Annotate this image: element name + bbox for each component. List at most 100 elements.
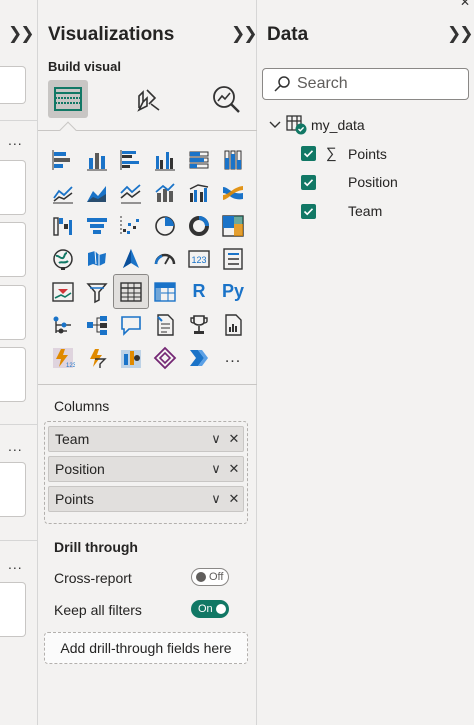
key-influencers-icon[interactable] xyxy=(46,308,80,341)
stacked-bar-chart-icon[interactable] xyxy=(46,143,80,176)
more-label: ... xyxy=(224,348,242,366)
close-icon[interactable]: ✕ xyxy=(225,431,243,447)
filter-card[interactable] xyxy=(0,160,26,215)
funnel-chart-icon[interactable] xyxy=(80,209,114,242)
field-item-points[interactable]: ∑ Points xyxy=(301,145,387,162)
clustered-column-chart-glyph xyxy=(155,151,175,170)
more-options-icon[interactable]: ... xyxy=(8,556,23,572)
line-and-stacked-column-chart-icon[interactable] xyxy=(148,176,182,209)
analytics-tab[interactable] xyxy=(206,80,246,118)
more-options-icon[interactable]: ... xyxy=(8,132,23,148)
keep-filters-toggle[interactable]: On xyxy=(191,600,229,618)
matrix-icon[interactable] xyxy=(148,275,182,308)
card-glyph: 123 xyxy=(188,249,210,268)
checkbox-checked[interactable] xyxy=(301,146,316,161)
checkmark-icon xyxy=(303,150,314,158)
donut-chart-glyph xyxy=(189,215,209,236)
table-node-my-data[interactable]: my_data xyxy=(267,114,365,136)
slicer-icon[interactable] xyxy=(80,275,114,308)
map-icon[interactable] xyxy=(46,242,80,275)
area-chart-icon[interactable] xyxy=(80,176,114,209)
metrics-glyph xyxy=(121,349,141,368)
clustered-column-chart-icon[interactable] xyxy=(148,143,182,176)
format-visual-tab[interactable] xyxy=(128,80,168,118)
checkbox-checked[interactable] xyxy=(301,174,316,190)
power-automate-glyph xyxy=(90,348,107,368)
python-visual-icon[interactable]: Py xyxy=(216,275,250,308)
kpi-glyph xyxy=(52,281,74,302)
100-stacked-bar-chart-icon[interactable] xyxy=(182,143,216,176)
waterfall-chart-glyph xyxy=(53,216,72,236)
ribbon-chart-icon[interactable] xyxy=(216,176,250,209)
scatter-chart-icon[interactable] xyxy=(114,209,148,242)
chevron-down-icon[interactable]: ∨ xyxy=(207,491,225,507)
line-chart-icon[interactable] xyxy=(46,176,80,209)
pie-chart-glyph xyxy=(155,215,175,236)
power-apps-icon[interactable]: 123 xyxy=(46,341,80,374)
gauge-glyph xyxy=(154,253,176,264)
close-icon[interactable]: ✕ xyxy=(460,0,470,9)
donut-chart-icon[interactable] xyxy=(182,209,216,242)
more-options-icon[interactable]: ... xyxy=(8,438,23,454)
power-apps-glyph: 123 xyxy=(53,347,75,369)
filter-card[interactable] xyxy=(0,462,26,517)
field-item-team[interactable]: Team xyxy=(301,203,382,219)
field-pill-position[interactable]: Position ∨ ✕ xyxy=(48,456,244,482)
build-visual-tab[interactable] xyxy=(48,80,88,118)
r-script-visual-icon[interactable]: R xyxy=(182,275,216,308)
clustered-bar-chart-icon[interactable] xyxy=(114,143,148,176)
search-input[interactable]: Search xyxy=(262,68,469,100)
smart-narrative-icon[interactable] xyxy=(148,308,182,341)
card-icon[interactable]: 123 xyxy=(182,242,216,275)
checkbox-checked[interactable] xyxy=(301,203,316,219)
filter-card[interactable] xyxy=(0,66,26,104)
svg-text:123: 123 xyxy=(191,255,206,265)
azure-map-icon[interactable] xyxy=(114,242,148,275)
paginated-report-icon[interactable] xyxy=(216,308,250,341)
table-icon[interactable] xyxy=(113,274,149,309)
add-drill-through-well[interactable]: Add drill-through fields here xyxy=(44,632,248,664)
multi-row-card-icon[interactable] xyxy=(216,242,250,275)
close-icon[interactable]: ✕ xyxy=(225,491,243,507)
cross-report-toggle[interactable]: Off xyxy=(191,568,229,586)
collapse-visualizations-icon[interactable]: ❯❯ xyxy=(231,24,257,44)
pie-chart-icon[interactable] xyxy=(148,209,182,242)
filter-card[interactable] xyxy=(0,285,26,340)
qna-icon[interactable] xyxy=(114,308,148,341)
power-bi-apps-icon[interactable] xyxy=(148,341,182,374)
filled-map-icon[interactable] xyxy=(80,242,114,275)
filter-card[interactable] xyxy=(0,582,26,637)
collapse-data-icon[interactable]: ❯❯ xyxy=(447,24,473,44)
columns-well[interactable]: Team ∨ ✕ Position ∨ ✕ Points ∨ ✕ xyxy=(44,421,248,524)
100-stacked-column-chart-icon[interactable] xyxy=(216,143,250,176)
stacked-area-chart-icon[interactable] xyxy=(114,176,148,209)
field-pill-points[interactable]: Points ∨ ✕ xyxy=(48,486,244,512)
more-visuals-icon[interactable]: ... xyxy=(216,341,250,374)
field-pill-team[interactable]: Team ∨ ✕ xyxy=(48,426,244,452)
svg-text:123: 123 xyxy=(66,363,75,369)
power-automate-icon[interactable] xyxy=(80,341,114,374)
chevron-down-icon[interactable]: ∨ xyxy=(207,461,225,477)
metrics-icon[interactable] xyxy=(114,341,148,374)
chevron-down-icon[interactable] xyxy=(267,117,283,133)
treemap-icon[interactable] xyxy=(216,209,250,242)
expand-filters-icon[interactable]: ❯❯ xyxy=(8,24,34,44)
line-and-clustered-column-chart-icon[interactable] xyxy=(182,176,216,209)
decomposition-tree-icon[interactable] xyxy=(80,308,114,341)
chevron-visual-icon[interactable] xyxy=(182,341,216,374)
filter-card[interactable] xyxy=(0,347,26,402)
stacked-column-chart-icon[interactable] xyxy=(80,143,114,176)
map-glyph xyxy=(53,248,73,270)
filled-map-glyph xyxy=(88,250,106,266)
goals-icon[interactable] xyxy=(182,308,216,341)
field-item-position[interactable]: Position xyxy=(301,174,398,190)
filter-card[interactable] xyxy=(0,222,26,277)
kpi-icon[interactable] xyxy=(46,275,80,308)
checkmark-icon xyxy=(303,178,314,186)
waterfall-chart-icon[interactable] xyxy=(46,209,80,242)
close-icon[interactable]: ✕ xyxy=(225,461,243,477)
chevron-down-icon[interactable]: ∨ xyxy=(207,431,225,447)
stacked-bar-chart-glyph xyxy=(52,149,70,170)
100-stacked-column-chart-glyph xyxy=(224,150,242,169)
gauge-icon[interactable] xyxy=(148,242,182,275)
